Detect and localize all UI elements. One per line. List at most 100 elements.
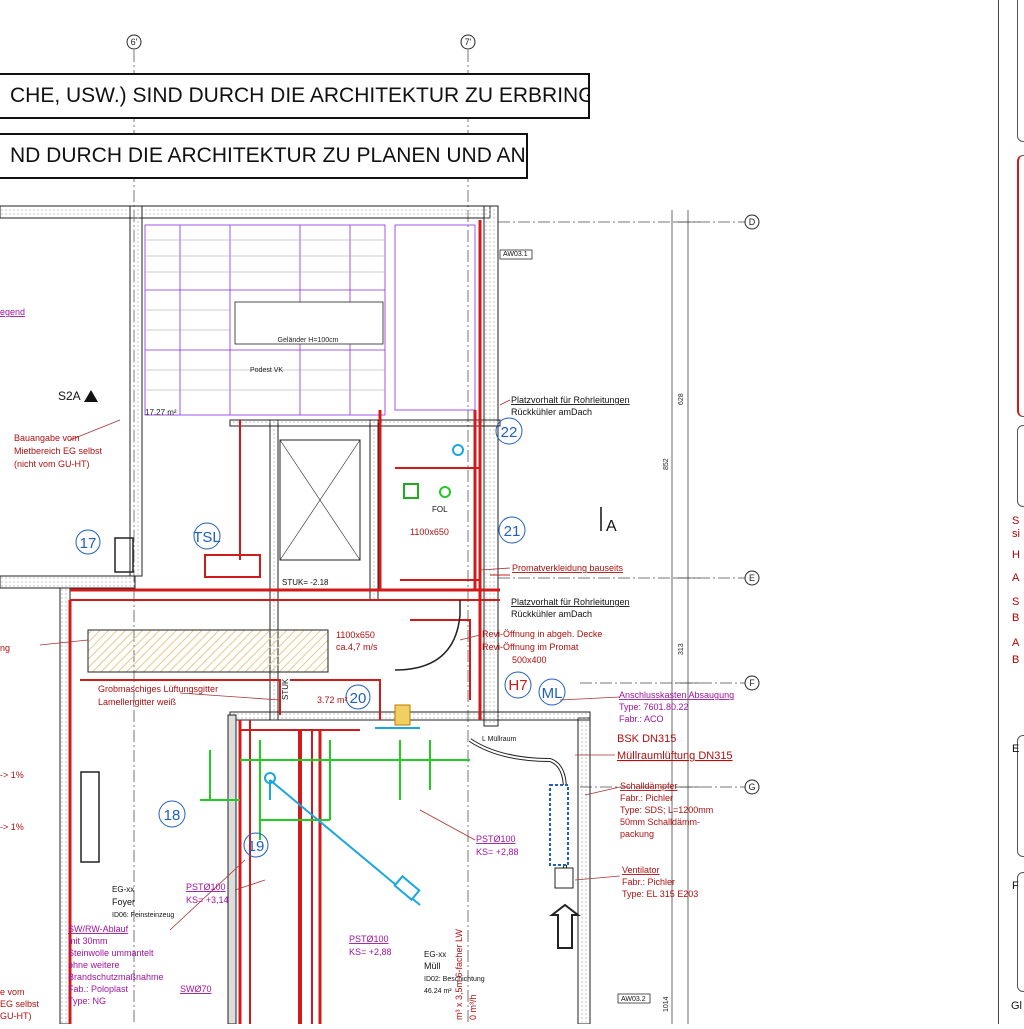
- label-grob-1: Grobmaschiges Lüftungsgitter: [98, 684, 218, 694]
- label-foyer-1: EG-xx: [112, 885, 134, 894]
- label-schall-1: Schalldämpfer: [620, 781, 678, 791]
- label-revi-2: Revi-Öffnung im Promat: [482, 642, 579, 652]
- label-mull-3: ID02: Beschichtung: [424, 976, 485, 983]
- label-bauangabe-1: Bauangabe vom: [14, 433, 80, 443]
- marker-h7: H7: [508, 677, 527, 694]
- label-sw-3: Steinwolle ummantelt: [68, 948, 154, 958]
- label-promat: Promatverkleidung bauseits: [512, 563, 624, 573]
- general-note-2-text: ND DURCH DIE ARCHITEKTUR ZU PLANEN UND A…: [10, 144, 526, 167]
- panel-text-11: Gl: [1011, 1000, 1022, 1012]
- marker-21: 21: [504, 523, 521, 540]
- label-duct-500: 500x400: [512, 655, 547, 665]
- label-sw-5: Brandschutzmaßnahme: [68, 972, 164, 982]
- marker-ml: ML: [542, 685, 563, 702]
- label-bottom-left-2: EG selbst: [0, 999, 40, 1009]
- label-stuk-1: STUK= -2.18: [282, 578, 329, 587]
- label-bottom-left-3: GU-HT): [0, 1011, 32, 1021]
- corridor-hatch: [87, 629, 329, 673]
- marker-18: 18: [164, 807, 181, 824]
- grid-label-row-e: E: [749, 573, 755, 583]
- grid-label-row-g: G: [748, 782, 755, 792]
- label-bauangabe-2: Mietbereich EG selbst: [14, 446, 103, 456]
- label-sw-6: Fab.: Poloplast: [68, 984, 129, 994]
- label-sw-2: mit 30mm: [68, 936, 108, 946]
- label-vent-1: Ventilator: [622, 865, 660, 875]
- label-sw-7: Type: NG: [68, 996, 106, 1006]
- label-duct-1100-a: 1100x650: [410, 527, 449, 537]
- label-mull-1: EG-xx: [424, 950, 446, 959]
- dimension-lines: [671, 210, 700, 1024]
- panel-text-10: F: [1012, 880, 1019, 892]
- marker-tsl: TSL: [193, 529, 221, 546]
- panel-text-5: S: [1012, 596, 1020, 608]
- label-bsk: BSK DN315: [617, 733, 676, 745]
- label-pst-2b: KS= +3,14: [186, 895, 229, 905]
- grid-label-row-f: F: [749, 678, 755, 688]
- label-ansch-2: Type: 7601.80.22: [619, 702, 689, 712]
- label-foyer-3: ID06: Feinsteinzeug: [112, 912, 174, 919]
- label-vent-3: Type: EL 315 E203: [622, 889, 698, 899]
- label-mull-2: Müll: [424, 961, 441, 971]
- label-platz-2b: Rückkühler amDach: [511, 609, 592, 619]
- label-sw-4: ohne weitere: [68, 960, 120, 970]
- panel-text-4: A: [1012, 572, 1020, 584]
- label-grob-2: Lamellengitter weiß: [98, 697, 177, 707]
- title-block-box-3: [1017, 425, 1024, 507]
- label-fach-luft: m³ x 3,5m 6-facher LW: [454, 929, 464, 1020]
- label-foyer-2: Foyer: [112, 897, 135, 907]
- label-schall-2: Fabr.: Pichler: [620, 793, 673, 803]
- label-bauangabe-3: (nicht vom GU-HT): [14, 459, 90, 469]
- label-slope-2: -> 1%: [0, 822, 24, 832]
- label-pst-1a: PSTØ100: [476, 834, 516, 844]
- label-revi-1: Revi-Öffnung in abgeh. Decke: [482, 629, 602, 639]
- label-schall-5: packung: [620, 829, 654, 839]
- cad-drawing-sheet: 6' 7' D E F G Geländer H=100cm Podest VK…: [0, 0, 1024, 1025]
- label-podest: Podest VK: [250, 367, 283, 374]
- panel-text-9: E: [1012, 743, 1020, 755]
- title-block-panel: S si H A S B A B E F Gl: [998, 0, 1024, 1024]
- grid-label-row-d: D: [749, 217, 756, 227]
- label-pst-1b: KS= +2,88: [476, 847, 519, 857]
- panel-text-2: si: [1012, 528, 1020, 540]
- label-ng: ng: [0, 643, 10, 653]
- label-slope-1: -> 1%: [0, 770, 24, 780]
- label-fol: FOL: [432, 505, 448, 514]
- grid-label-col-6: 6': [131, 37, 138, 47]
- grid-label-col-7: 7': [465, 37, 472, 47]
- panel-text-1: S: [1012, 515, 1020, 527]
- label-platz-2a: Platzvorhalt für Rohrleitungen: [511, 597, 630, 607]
- marker-19: 19: [248, 838, 265, 855]
- label-pst-2a: PSTØ100: [186, 882, 226, 892]
- dim-1014: 1014: [663, 996, 670, 1012]
- label-vent-2: Fabr.: Pichler: [622, 877, 675, 887]
- label-l-mullraum: L Müllraum: [482, 736, 517, 743]
- section-marker-a: A: [606, 518, 617, 535]
- fan-unit: [554, 867, 574, 889]
- label-aw-2: AW03.2: [621, 996, 646, 1003]
- label-stuk-2: STUK: [281, 678, 290, 700]
- general-note-2: ND DURCH DIE ARCHITEKTUR ZU PLANEN UND A…: [0, 133, 528, 179]
- panel-text-8: B: [1012, 654, 1020, 666]
- panel-text-6: B: [1012, 612, 1020, 624]
- label-ansch-3: Fabr.: ACO: [619, 714, 664, 724]
- label-area: 17.27 m²: [145, 408, 177, 417]
- label-mull-4: 46.24 m²: [424, 988, 452, 995]
- label-fach-luft-2: 0 m³/h: [468, 994, 478, 1020]
- staircase: [144, 224, 476, 416]
- label-platz-1b: Rückkühler amDach: [511, 407, 592, 417]
- dim-628: 628: [678, 393, 685, 405]
- label-room-area: 3.72 m²: [317, 695, 348, 705]
- label-schall-4: 50mm Schalldämm-: [620, 817, 700, 827]
- label-ansch-1: Anschlusskasten Absaugung: [619, 690, 734, 700]
- marker-s2a: S2A: [58, 389, 81, 403]
- title-block-box-1: [1017, 0, 1024, 142]
- marker-22: 22: [501, 424, 518, 441]
- section-triangle-icon: [84, 390, 98, 402]
- label-gelander: Geländer H=100cm: [278, 337, 339, 344]
- label-pst-3b: KS= +2,88: [349, 947, 392, 957]
- silencer: [549, 784, 569, 866]
- dim-852: 852: [663, 458, 670, 470]
- label-sw-1: SW/RW-Ablauf: [68, 924, 129, 934]
- marker-17: 17: [80, 535, 97, 552]
- panel-text-3: H: [1012, 549, 1020, 561]
